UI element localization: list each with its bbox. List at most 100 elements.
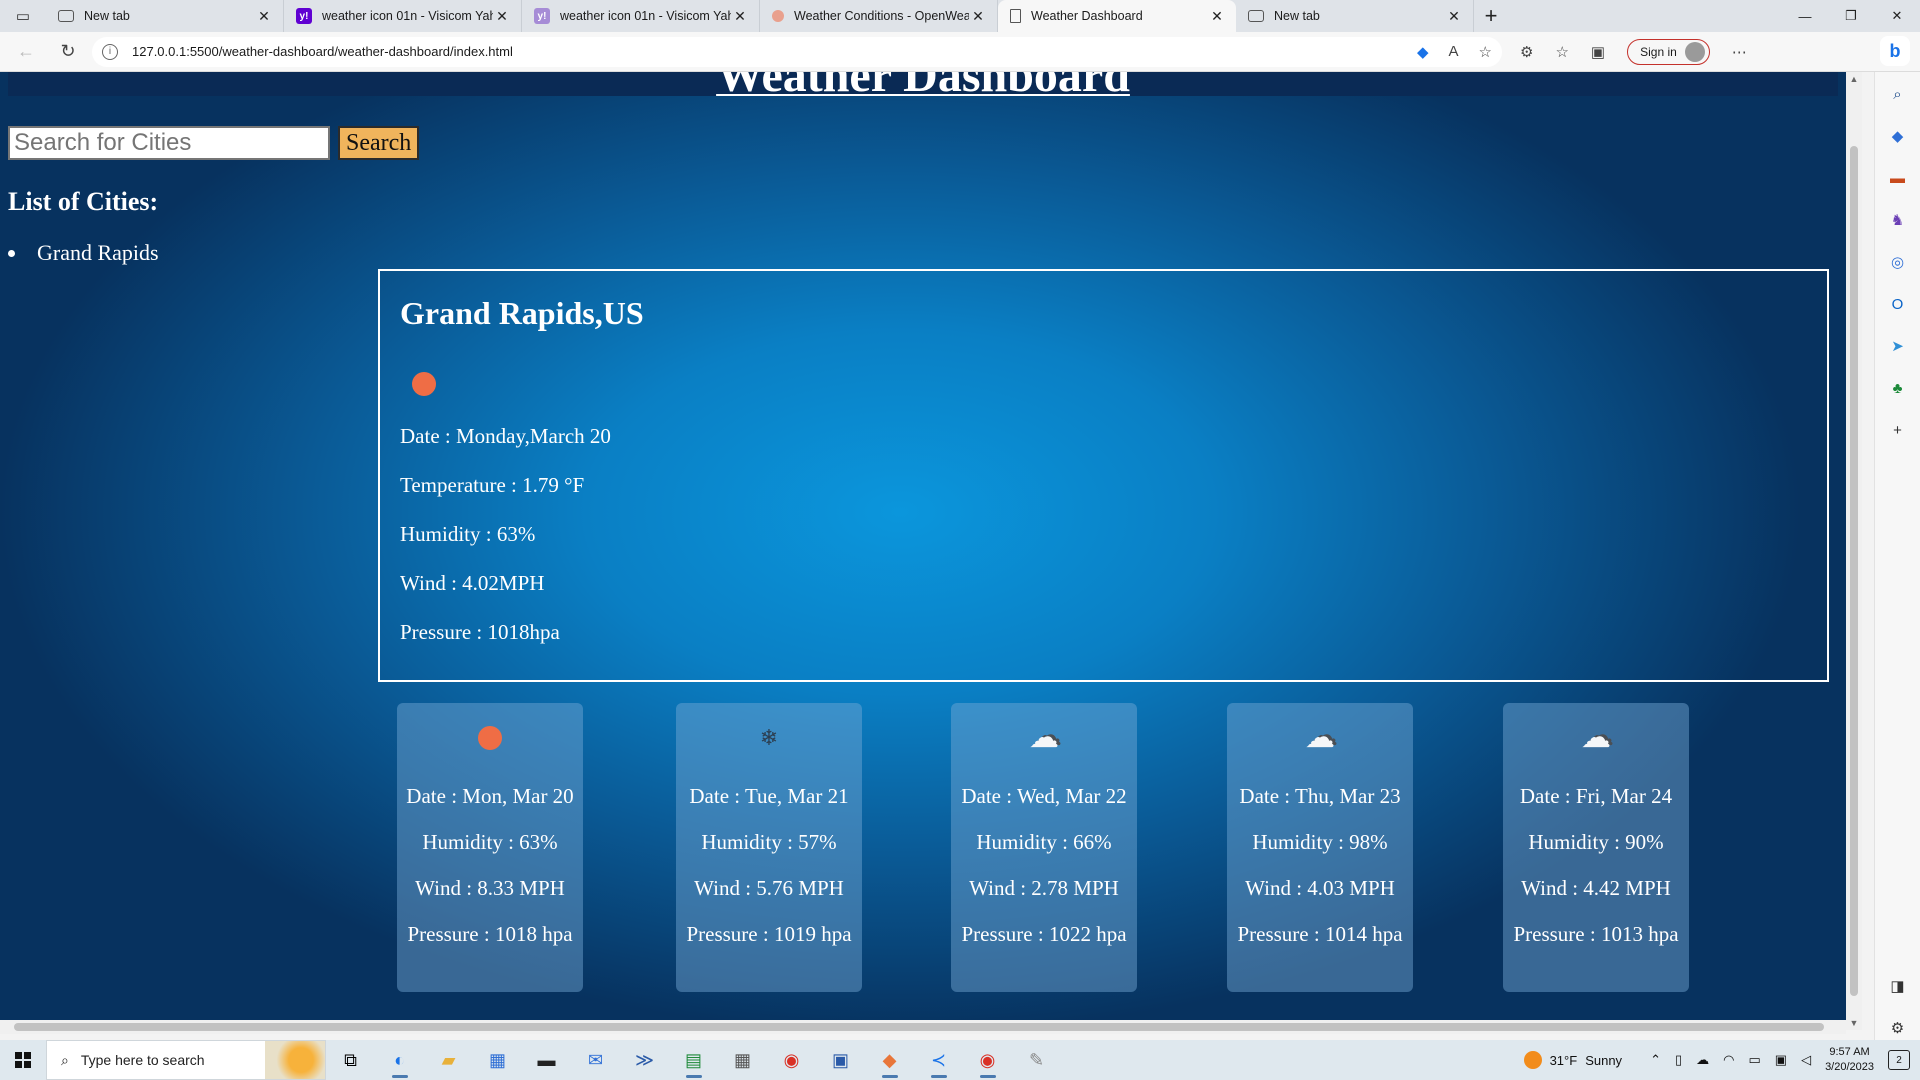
page-viewport: Weather Dashboard Search List of Cities:… <box>0 72 1846 1030</box>
tray-chevron-icon[interactable]: ⌃ <box>1650 1052 1661 1068</box>
scrollbar-thumb[interactable] <box>14 1023 1824 1031</box>
read-aloud-icon[interactable]: A <box>1449 43 1459 61</box>
forecast-humidity: Humidity : 90% <box>1528 830 1664 854</box>
site-info-icon[interactable]: i <box>102 43 118 60</box>
back-arrow-icon[interactable]: ← <box>8 36 44 68</box>
wifi-icon[interactable]: ◠ <box>1723 1052 1734 1068</box>
restore-icon[interactable]: ❐ <box>1828 0 1874 32</box>
yahoo-icon: y! <box>534 8 550 24</box>
chrome-dev-icon[interactable]: ◉ <box>963 1040 1012 1080</box>
horizontal-scrollbar[interactable] <box>0 1020 1846 1034</box>
tab-strip: ▭ New tab ✕ y! weather icon 01n - Visico… <box>0 0 1920 32</box>
send-icon[interactable]: ➤ <box>1888 336 1908 356</box>
paint-icon[interactable]: ✎ <box>1012 1040 1061 1080</box>
vscode-icon[interactable]: ≺ <box>914 1040 963 1080</box>
search-icon[interactable]: ⌕ <box>1888 84 1908 104</box>
battery-saver-icon[interactable]: ▯ <box>1675 1052 1682 1068</box>
minimize-icon[interactable]: — <box>1782 0 1828 32</box>
refresh-icon[interactable]: ↻ <box>50 36 86 68</box>
current-date: Date : Monday,March 20 <box>400 424 611 448</box>
mail-icon[interactable]: ✉ <box>571 1040 620 1080</box>
city-item[interactable]: Grand Rapids <box>8 240 159 266</box>
cloud-sync-icon[interactable]: ☁ <box>1696 1052 1709 1068</box>
tree-icon[interactable]: ♣ <box>1888 378 1908 398</box>
cloud-icon: ☁ <box>1305 721 1335 754</box>
weather-temp: 31°F <box>1549 1052 1578 1068</box>
sign-in-button[interactable]: Sign in <box>1627 38 1710 65</box>
calculator-icon[interactable]: ▦ <box>718 1040 767 1080</box>
network-icon[interactable]: ▣ <box>1775 1052 1787 1068</box>
newtab-icon <box>58 10 74 22</box>
taskbar-weather[interactable]: 31°F Sunny <box>1523 1051 1622 1069</box>
favorites-icon[interactable]: ☆ <box>1555 43 1568 61</box>
close-tab-icon[interactable]: ✕ <box>969 8 987 25</box>
more-menu-icon[interactable]: ⋯ <box>1732 43 1747 61</box>
settings-gear-icon[interactable]: ⚙ <box>1888 1018 1908 1038</box>
newtab-icon <box>1248 10 1264 22</box>
search-button[interactable]: Search <box>338 126 420 160</box>
taskbar-search[interactable]: ⌕ Type here to search <box>46 1040 326 1080</box>
coupon-icon[interactable]: ◆ <box>1417 43 1429 61</box>
task-view-icon[interactable]: ⧉ <box>326 1040 375 1080</box>
scrollbar-thumb[interactable] <box>1850 146 1858 996</box>
notifications-icon[interactable]: 2 <box>1888 1050 1910 1070</box>
volume-icon[interactable]: ◁ <box>1801 1052 1811 1068</box>
forecast-pressure: Pressure : 1019 hpa <box>686 922 852 946</box>
file-explorer-icon[interactable]: ▰ <box>424 1040 473 1080</box>
add-icon[interactable]: + <box>1888 420 1908 440</box>
remote-desktop-icon[interactable]: ▣ <box>816 1040 865 1080</box>
vertical-scrollbar[interactable]: ▲ ▼ <box>1846 72 1862 1030</box>
tab-openweather[interactable]: Weather Conditions - OpenWeather ✕ <box>760 0 998 32</box>
close-tab-icon[interactable]: ✕ <box>731 8 749 25</box>
tab-weather-dashboard[interactable]: Weather Dashboard ✕ <box>998 0 1236 32</box>
outlook-icon[interactable]: O <box>1888 294 1908 314</box>
close-window-icon[interactable]: ✕ <box>1874 0 1920 32</box>
games-icon[interactable]: ♞ <box>1888 210 1908 230</box>
windows-start-icon[interactable] <box>0 1040 46 1080</box>
terminal-icon[interactable]: ▬ <box>522 1040 571 1080</box>
tab-actions-icon[interactable]: ▭ <box>0 0 46 32</box>
add-favorite-icon[interactable]: ☆ <box>1479 43 1492 61</box>
clock[interactable]: 9:57 AM 3/20/2023 <box>1825 1045 1874 1075</box>
scroll-down-icon[interactable]: ▼ <box>1846 1018 1862 1028</box>
cloud-icon: ☁ <box>1029 721 1059 754</box>
collections-icon[interactable]: ▣ <box>1591 43 1605 61</box>
forecast-wind: Wind : 5.76 MPH <box>694 876 844 900</box>
hide-sidebar-icon[interactable]: ◨ <box>1888 976 1908 996</box>
taskbar: ⌕ Type here to search ⧉ ◐ ▰ ▦ ▬ ✉ ≫ ▤ ▦ … <box>0 1040 1920 1080</box>
tools-icon[interactable]: ▬ <box>1888 168 1908 188</box>
sheets-icon[interactable]: ▤ <box>669 1040 718 1080</box>
omnibox-actions: ◆ A ☆ <box>1417 43 1492 61</box>
close-tab-icon[interactable]: ✕ <box>1208 8 1226 25</box>
powershell-icon[interactable]: ≫ <box>620 1040 669 1080</box>
search-form: Search <box>8 126 420 160</box>
scroll-up-icon[interactable]: ▲ <box>1846 74 1862 84</box>
forecast-date: Date : Thu, Mar 23 <box>1239 784 1401 808</box>
tab-new-tab-1[interactable]: New tab ✕ <box>46 0 284 32</box>
new-tab-plus-icon[interactable]: + <box>1474 0 1508 32</box>
tab-new-tab-2[interactable]: New tab ✕ <box>1236 0 1474 32</box>
current-weather-card: Grand Rapids,US Date : Monday,March 20 T… <box>378 269 1829 682</box>
battery-icon[interactable]: ▭ <box>1748 1052 1760 1068</box>
tab-yahoo-1[interactable]: y! weather icon 01n - Visicom Yahoo ✕ <box>284 0 522 32</box>
microsoft365-icon[interactable]: ◎ <box>1888 252 1908 272</box>
chrome-icon[interactable]: ◉ <box>767 1040 816 1080</box>
forecast-date: Date : Fri, Mar 24 <box>1519 784 1673 808</box>
bing-chat-icon[interactable]: b <box>1880 36 1910 66</box>
extensions-icon[interactable]: ⚙ <box>1520 43 1533 61</box>
forecast-date: Date : Wed, Mar 22 <box>961 784 1127 808</box>
forecast-icon-wrap: ❄ <box>676 723 862 753</box>
clock-time: 9:57 AM <box>1829 1046 1870 1058</box>
shopping-icon[interactable]: ◆ <box>1888 126 1908 146</box>
forecast-card: Date : Mon, Mar 20 Humidity : 63% Wind :… <box>397 703 583 992</box>
edge-icon[interactable]: ◐ <box>375 1040 424 1080</box>
url-field[interactable]: i 127.0.0.1:5500/weather-dashboard/weath… <box>92 36 1502 67</box>
tab-yahoo-2[interactable]: y! weather icon 01n - Visicom Yahoo ✕ <box>522 0 760 32</box>
city-search-input[interactable] <box>8 126 330 160</box>
store-icon[interactable]: ▦ <box>473 1040 522 1080</box>
close-tab-icon[interactable]: ✕ <box>255 8 273 25</box>
forecast-pressure: Pressure : 1022 hpa <box>961 922 1127 946</box>
close-tab-icon[interactable]: ✕ <box>1445 8 1463 25</box>
close-tab-icon[interactable]: ✕ <box>493 8 511 25</box>
git-icon[interactable]: ◆ <box>865 1040 914 1080</box>
